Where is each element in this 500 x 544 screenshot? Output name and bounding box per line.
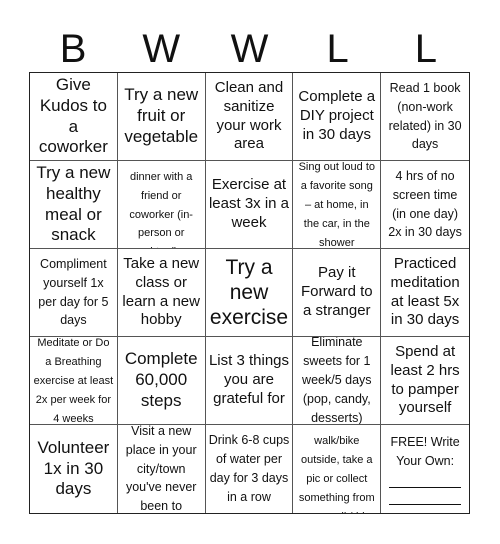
bingo-cell-free[interactable]: FREE! Write Your Own: <box>381 425 469 513</box>
cell-text: Volunteer 1x in 30 days <box>37 437 110 499</box>
bingo-cell[interactable]: Complete a DIY project in 30 days <box>293 73 382 161</box>
cell-content: Volunteer 1x in 30 days <box>33 438 114 501</box>
bingo-cell[interactable]: Complete 60,000 steps <box>117 337 206 425</box>
cell-content: Take a new class or learn a new hobby <box>121 255 202 331</box>
header-letter-w1: W <box>142 27 181 71</box>
cell-text: Eliminate sweets for 1 week/5 days (pop,… <box>302 337 372 425</box>
cell-content: Try a new healthy meal or snack <box>33 163 114 247</box>
cell-text: Sing out loud to a favorite song – at ho… <box>298 161 376 249</box>
cell-content: Try a new exercise <box>209 255 290 331</box>
cell-content: Go for a walk/bike outside, take a pic o… <box>296 425 377 513</box>
cell-content: Compliment yourself 1x per day for 5 day… <box>33 255 114 331</box>
bingo-cell[interactable]: Try a new healthy meal or snack <box>30 161 118 249</box>
bingo-cell[interactable]: Read 1 book (non-work related) in 30 day… <box>381 73 469 161</box>
cell-content: Clean and sanitize your work area <box>209 79 290 155</box>
cell-text: Have lunch or dinner with a friend or co… <box>127 161 195 248</box>
cell-content: Exercise at least 3x in a week <box>209 176 290 233</box>
cell-content: List 3 things you are grateful for <box>209 352 290 409</box>
cell-text: Drink 6-8 cups of water per day for 3 da… <box>208 433 290 504</box>
cell-text: Clean and sanitize your work area <box>214 78 284 153</box>
cell-content: Complete 60,000 steps <box>121 349 202 412</box>
cell-text: FREE! Write Your Own: <box>390 435 460 468</box>
cell-text: Try a new healthy meal or snack <box>36 162 111 245</box>
cell-text: Pay it Forward to a stranger <box>300 264 373 319</box>
cell-text: Take a new class or learn a new hobby <box>122 254 200 329</box>
bingo-cell[interactable]: Meditate or Do a Breathing exercise at l… <box>30 337 118 425</box>
bingo-cell[interactable]: Pay it Forward to a stranger <box>293 249 382 337</box>
header-letter-l1: L <box>326 27 349 71</box>
bingo-cell[interactable]: List 3 things you are grateful for <box>205 337 294 425</box>
write-in-line[interactable] <box>389 479 462 488</box>
cell-content: Spend at least 2 hrs to pamper yourself <box>384 343 466 419</box>
bingo-cell[interactable]: Eliminate sweets for 1 week/5 days (pop,… <box>293 337 382 425</box>
bingo-cell[interactable]: Have lunch or dinner with a friend or co… <box>117 161 206 249</box>
cell-text: Try a new fruit or vegetable <box>124 85 199 146</box>
cell-content: 4 hrs of no screen time (in one day) 2x … <box>384 167 466 243</box>
cell-content: Read 1 book (non-work related) in 30 day… <box>384 79 466 155</box>
bingo-cell[interactable]: Compliment yourself 1x per day for 5 day… <box>30 249 118 337</box>
bingo-cell[interactable]: Give Kudos to a coworker <box>30 73 118 161</box>
bingo-cell[interactable]: 4 hrs of no screen time (in one day) 2x … <box>381 161 469 249</box>
cell-content: Complete a DIY project in 30 days <box>296 88 377 145</box>
bingo-grid: Give Kudos to a coworker Try a new fruit … <box>29 72 470 514</box>
cell-text: 4 hrs of no screen time (in one day) 2x … <box>388 168 462 240</box>
bingo-cell[interactable]: Visit a new place in your city/town you'… <box>118 425 206 513</box>
cell-content: FREE! Write Your Own: <box>384 433 466 505</box>
cell-content: Pay it Forward to a stranger <box>296 264 377 321</box>
cell-text: Try a new exercise <box>209 255 289 330</box>
header-letter-w2: W <box>230 27 269 71</box>
bingo-cell[interactable]: Try a new fruit or vegetable <box>117 73 206 161</box>
cell-content: Eliminate sweets for 1 week/5 days (pop,… <box>296 337 377 425</box>
cell-text: List 3 things you are grateful for <box>208 352 290 407</box>
cell-content: Drink 6-8 cups of water per day for 3 da… <box>209 431 290 507</box>
cell-text: Go for a walk/bike outside, take a pic o… <box>298 425 375 513</box>
cell-text: Read 1 book (non-work related) in 30 day… <box>388 80 462 152</box>
write-in-line[interactable] <box>389 496 462 505</box>
cell-content: Give Kudos to a coworker <box>33 75 114 159</box>
bingo-cell[interactable]: Sing out loud to a favorite song – at ho… <box>293 161 382 249</box>
cell-content: Have lunch or dinner with a friend or co… <box>121 161 202 248</box>
cell-content: Sing out loud to a favorite song – at ho… <box>296 161 377 249</box>
header-letter-l2: L <box>414 27 437 71</box>
bingo-cell[interactable]: Take a new class or learn a new hobby <box>117 249 206 337</box>
cell-text: Visit a new place in your city/town you'… <box>125 425 197 513</box>
cell-content: Meditate or Do a Breathing exercise at l… <box>33 337 114 425</box>
cell-text: Complete a DIY project in 30 days <box>298 88 376 143</box>
cell-text: Give Kudos to a coworker <box>38 74 108 157</box>
cell-content: Try a new fruit or vegetable <box>121 85 202 148</box>
bingo-cell[interactable]: Clean and sanitize your work area <box>205 73 294 161</box>
bingo-header: B W W L L <box>29 26 470 72</box>
bingo-cell[interactable]: Try a new exercise <box>205 249 294 337</box>
cell-content: Visit a new place in your city/town you'… <box>121 425 202 513</box>
cell-text: Compliment yourself 1x per day for 5 day… <box>38 256 109 328</box>
cell-text: Exercise at least 3x in a week <box>208 176 290 231</box>
header-letter-b: B <box>59 27 87 71</box>
cell-text: Spend at least 2 hrs to pamper yourself <box>390 342 460 417</box>
bingo-cell[interactable]: Drink 6-8 cups of water per day for 3 da… <box>206 425 294 513</box>
cell-text: Complete 60,000 steps <box>124 349 198 410</box>
bingo-cell[interactable]: Practiced meditation at least 5x in 30 d… <box>381 249 469 337</box>
cell-content: Practiced meditation at least 5x in 30 d… <box>384 255 466 331</box>
write-in-lines <box>384 479 466 505</box>
bingo-cell[interactable]: Spend at least 2 hrs to pamper yourself <box>381 337 469 425</box>
cell-text: Practiced meditation at least 5x in 30 d… <box>390 254 460 329</box>
bingo-cell[interactable]: Volunteer 1x in 30 days <box>30 425 118 513</box>
bingo-cell[interactable]: Exercise at least 3x in a week <box>205 161 294 249</box>
bingo-cell[interactable]: Go for a walk/bike outside, take a pic o… <box>293 425 382 513</box>
cell-text: Meditate or Do a Breathing exercise at l… <box>33 337 114 425</box>
